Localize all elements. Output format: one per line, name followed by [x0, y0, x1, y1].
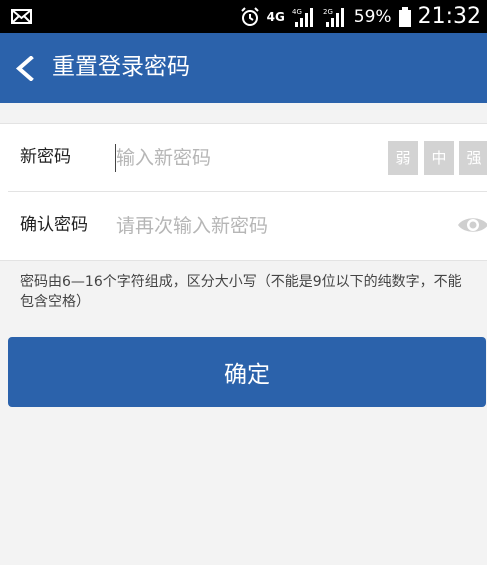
strength-medium: 中 [424, 141, 454, 175]
confirm-password-row: 确认密码 [0, 192, 487, 259]
confirm-password-label: 确认密码 [20, 215, 88, 235]
password-form: 新密码 弱 中 强 确认密码 [0, 123, 487, 261]
page-title: 重置登录密码 [52, 54, 190, 80]
new-password-input[interactable] [116, 138, 366, 178]
status-bar: 4G 4G 2G 59% 21:32 [0, 0, 487, 33]
strength-strong: 强 [459, 141, 487, 175]
clock: 21:32 [417, 4, 481, 29]
network-type: 4G [266, 9, 285, 24]
battery-icon [398, 6, 411, 27]
signal-2-label: 2G [323, 8, 333, 16]
password-hint: 密码由6—16个字符组成，区分大小写（不能是9位以下的纯数字，不能包含空格） [20, 274, 462, 310]
signal-icon-2: 2G [323, 7, 344, 27]
strength-weak: 弱 [388, 141, 418, 175]
back-chevron-icon[interactable] [14, 56, 36, 81]
signal-1-label: 4G [292, 8, 302, 16]
battery-percent: 59% [353, 6, 392, 27]
app-bar: 重置登录密码 [0, 33, 487, 103]
new-password-label: 新密码 [20, 147, 71, 167]
alarm-icon [240, 6, 259, 26]
confirm-password-input[interactable] [116, 206, 366, 246]
new-password-row: 新密码 弱 中 强 [0, 124, 487, 192]
eye-icon[interactable] [457, 213, 487, 237]
signal-icon: 4G [292, 7, 313, 27]
mail-icon [11, 9, 32, 24]
confirm-button[interactable]: 确定 [8, 337, 486, 407]
